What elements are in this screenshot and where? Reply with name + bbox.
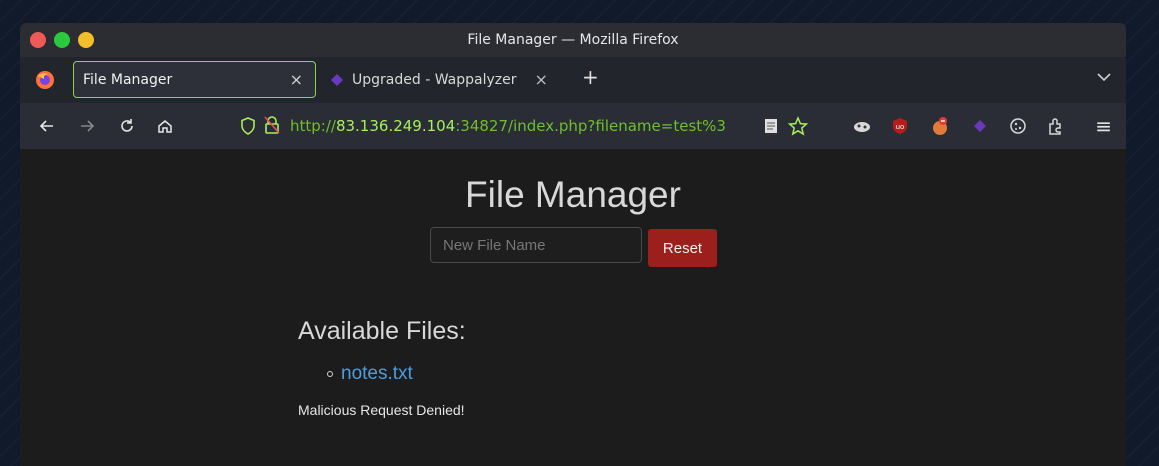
app-menu-button[interactable]: ≡ <box>1095 114 1112 138</box>
file-link[interactable]: notes.txt <box>341 363 413 385</box>
navigation-toolbar: http://83.136.249.104:34827/index.php?fi… <box>20 103 1126 149</box>
bullet-icon <box>327 371 333 377</box>
url-bar[interactable]: http://83.136.249.104:34827/index.php?fi… <box>233 111 808 141</box>
window-title: File Manager — Mozilla Firefox <box>467 32 679 48</box>
reload-icon <box>121 119 133 132</box>
tab-file-manager[interactable]: File Manager × <box>73 61 316 98</box>
extensions-puzzle-icon[interactable] <box>1046 116 1066 136</box>
chevron-down-icon[interactable] <box>1096 69 1112 85</box>
page-title: File Manager <box>465 174 681 215</box>
page-content: File Manager Reset Available Files: note… <box>20 149 1126 466</box>
arrow-right-icon <box>81 120 95 132</box>
status-message: Malicious Request Denied! <box>298 402 465 418</box>
reload-button[interactable] <box>116 115 138 137</box>
url-host: 83.136.249.104 <box>335 117 456 135</box>
title-bar: File Manager — Mozilla Firefox <box>20 23 1126 57</box>
url-scheme: http:// <box>290 117 336 135</box>
arrow-left-icon <box>39 120 53 132</box>
url-path: :34827/index.php?filename=test%3 <box>455 117 726 135</box>
svg-text:uo: uo <box>896 123 905 131</box>
new-file-name-input[interactable] <box>430 227 642 263</box>
new-tab-button[interactable]: + <box>582 65 599 89</box>
minimize-window-button[interactable] <box>78 32 94 48</box>
cookie-extension-icon[interactable] <box>852 116 872 136</box>
bookmark-star-icon[interactable] <box>788 116 808 136</box>
wappalyzer-extension-icon[interactable] <box>970 116 990 136</box>
hackbar-extension-icon[interactable] <box>930 116 950 136</box>
home-button[interactable] <box>154 115 176 137</box>
reset-button[interactable]: Reset <box>648 229 717 267</box>
back-button[interactable] <box>36 115 58 137</box>
maximize-window-button[interactable] <box>54 32 70 48</box>
close-window-button[interactable] <box>30 32 46 48</box>
cookie-icon[interactable] <box>1008 116 1028 136</box>
reader-view-icon[interactable] <box>763 118 779 134</box>
url-text[interactable]: http://83.136.249.104:34827/index.php?fi… <box>290 117 730 135</box>
available-files-heading: Available Files: <box>298 317 466 345</box>
tab-bar: File Manager × Upgraded - Wappalyzer × + <box>20 57 1126 103</box>
list-item: notes.txt <box>327 363 413 385</box>
ublock-origin-icon[interactable]: uo <box>890 116 910 136</box>
tab-label: File Manager <box>83 71 173 88</box>
window-controls <box>30 32 94 48</box>
firefox-icon[interactable] <box>35 70 55 90</box>
insecure-lock-icon[interactable] <box>263 115 281 135</box>
file-list: notes.txt <box>327 363 413 385</box>
tab-label: Upgraded - Wappalyzer <box>352 71 517 88</box>
browser-window: File Manager — Mozilla Firefox File Mana… <box>20 23 1126 466</box>
close-tab-icon[interactable]: × <box>290 70 303 89</box>
shield-icon[interactable] <box>239 116 257 136</box>
wappalyzer-icon <box>331 73 343 86</box>
home-icon <box>158 120 172 133</box>
tab-wappalyzer[interactable]: Upgraded - Wappalyzer × <box>330 61 548 98</box>
forward-button[interactable] <box>76 115 98 137</box>
close-tab-icon[interactable]: × <box>534 70 547 89</box>
